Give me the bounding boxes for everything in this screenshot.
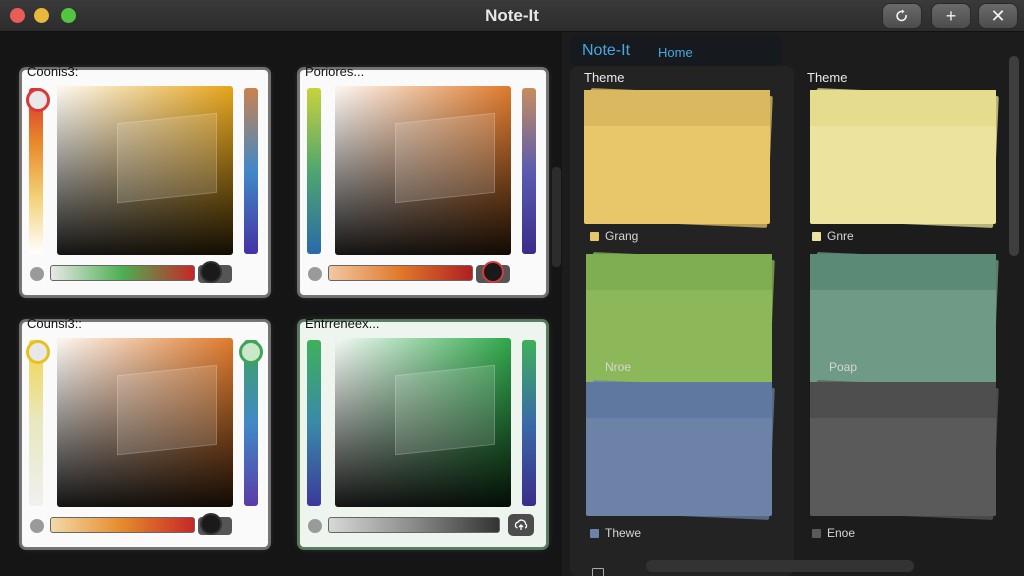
theme-name: Thewe — [605, 526, 642, 540]
left-slider[interactable] — [29, 340, 43, 506]
vertical-scrollbar[interactable] — [1009, 56, 1019, 256]
upload-button[interactable] — [508, 514, 534, 536]
column-header: Theme — [584, 70, 625, 85]
gradient-bar[interactable] — [50, 265, 195, 281]
gradient-bar[interactable] — [328, 265, 473, 281]
breadcrumb: Note-It Home — [570, 36, 782, 66]
color-picker-card: Counsi3:: — [22, 316, 268, 547]
gradient-bar[interactable] — [328, 517, 500, 533]
refresh-icon — [896, 9, 907, 22]
theme-name: Poap — [829, 360, 858, 374]
color-dot — [30, 267, 44, 281]
theme-label[interactable]: Poap — [814, 360, 857, 374]
color-square[interactable] — [335, 86, 511, 255]
color-picker-panel: Coonis3: Poriores... Counsi3:: Entrrenee… — [0, 32, 562, 576]
add-button[interactable]: + — [931, 3, 971, 29]
theme-label[interactable]: Gnre — [812, 229, 854, 243]
bar-knob[interactable] — [482, 261, 504, 283]
title-bar: Note-It + ✕ — [0, 0, 1024, 32]
theme-name: Grang — [605, 229, 639, 243]
bar-knob[interactable] — [200, 513, 222, 535]
refresh-button[interactable] — [882, 3, 922, 29]
gradient-bar[interactable] — [50, 517, 195, 533]
theme-swatch — [814, 362, 823, 372]
theme-swatch — [590, 362, 599, 372]
color-dot — [30, 519, 44, 533]
theme-swatch — [590, 528, 599, 538]
theme-note[interactable] — [810, 88, 999, 228]
color-picker-card: Coonis3: — [22, 64, 268, 295]
slider-thumb[interactable] — [26, 340, 50, 364]
color-square[interactable] — [57, 86, 233, 255]
page-icon[interactable] — [592, 568, 604, 576]
horizontal-scrollbar[interactable] — [646, 560, 914, 572]
upload-icon — [514, 519, 528, 530]
left-slider[interactable] — [29, 88, 43, 254]
theme-sidebar: Note-It Home Theme Theme Grang Gnre Nroe… — [562, 32, 1024, 576]
left-slider[interactable] — [307, 88, 321, 254]
breadcrumb-home[interactable]: Home — [658, 45, 693, 60]
theme-swatch — [590, 231, 599, 241]
hue-slider[interactable] — [244, 340, 258, 506]
column-header: Theme — [807, 70, 848, 85]
theme-note[interactable] — [810, 380, 999, 520]
window-title: Note-It — [485, 6, 539, 25]
panel-splitter[interactable] — [552, 167, 561, 267]
picker-label: Coonis3: — [27, 64, 79, 79]
theme-name: Enoe — [827, 526, 856, 540]
theme-note[interactable] — [584, 88, 773, 228]
color-square[interactable] — [335, 338, 511, 507]
slider-thumb[interactable] — [26, 88, 50, 112]
theme-label[interactable]: Grang — [590, 229, 638, 243]
theme-name: Nroe — [605, 360, 632, 374]
color-dot — [308, 267, 322, 281]
theme-name: Gnre — [827, 229, 854, 243]
picker-label: Poriores... — [305, 64, 365, 79]
bar-knob[interactable] — [200, 261, 222, 283]
color-picker-card: Entrreneex... — [300, 316, 546, 547]
hue-slider[interactable] — [522, 88, 536, 254]
theme-note[interactable] — [586, 380, 775, 520]
hue-slider[interactable] — [522, 340, 536, 506]
left-slider[interactable] — [307, 340, 321, 506]
theme-swatch — [812, 528, 821, 538]
hue-slider[interactable] — [244, 88, 258, 254]
picker-label: Counsi3:: — [27, 316, 82, 331]
hue-thumb[interactable] — [239, 340, 263, 364]
theme-label[interactable]: Nroe — [590, 360, 631, 374]
color-dot — [308, 519, 322, 533]
color-picker-card: Poriores... — [300, 64, 546, 295]
theme-swatch — [812, 231, 821, 241]
close-button[interactable]: ✕ — [978, 3, 1018, 29]
breadcrumb-app[interactable]: Note-It — [582, 42, 630, 60]
color-square[interactable] — [57, 338, 233, 507]
picker-label: Entrreneex... — [305, 316, 380, 331]
theme-label[interactable]: Thewe — [590, 526, 641, 540]
theme-label[interactable]: Enoe — [812, 526, 855, 540]
